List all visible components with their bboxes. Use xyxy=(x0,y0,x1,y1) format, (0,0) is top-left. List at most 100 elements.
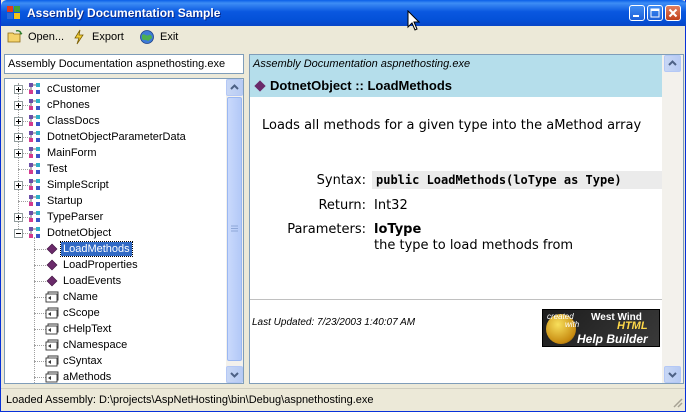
tree-item-label: LoadEvents xyxy=(63,275,122,287)
tree-item-typeparser[interactable]: TypeParser xyxy=(5,209,227,225)
doc-scrollbar[interactable] xyxy=(662,55,683,383)
class-icon xyxy=(29,131,40,142)
tree-scroll-thumb[interactable] xyxy=(227,97,242,361)
open-label: Open... xyxy=(28,31,65,43)
tree-item-cnamespace[interactable]: cNamespace xyxy=(5,337,227,353)
expand-icon[interactable] xyxy=(14,213,23,222)
tree-item-label: Test xyxy=(47,163,68,175)
tree-item-label: DotnetObject xyxy=(47,227,112,239)
expand-icon[interactable] xyxy=(14,149,23,158)
arrow-up-icon xyxy=(230,84,239,90)
help-builder-badge-link[interactable]: created West Wind with HTML Help Builder xyxy=(542,309,660,347)
tree-item-cphones[interactable]: cPhones xyxy=(5,97,227,113)
parameter-name: loType xyxy=(374,222,422,237)
maximize-icon xyxy=(650,8,660,18)
class-icon xyxy=(29,227,40,238)
tree-item-label: cScope xyxy=(63,307,100,319)
application-window: Assembly Documentation Sample Open... Ex… xyxy=(0,0,686,412)
tree-scroll-up-button[interactable] xyxy=(226,79,243,96)
tree-item-startup[interactable]: Startup xyxy=(5,193,227,209)
badge-help-builder: Help Builder xyxy=(577,332,648,346)
tree-item-label: MainForm xyxy=(47,147,97,159)
syntax-value: public LoadMethods(loType as Type) xyxy=(372,171,662,189)
tree-item-amethods[interactable]: aMethods xyxy=(5,369,227,383)
parameters-label: Parameters: xyxy=(287,222,366,237)
tree-item-cname[interactable]: cName xyxy=(5,289,227,305)
resize-grip-icon[interactable] xyxy=(671,396,683,408)
method-diamond-icon xyxy=(254,79,266,92)
expand-icon[interactable] xyxy=(14,181,23,190)
status-text: Loaded Assembly: D:\projects\AspNetHosti… xyxy=(6,394,374,406)
doc-title-row: DotnetObject :: LoadMethods xyxy=(254,78,452,93)
tree-scroll-down-button[interactable] xyxy=(226,366,243,383)
tree-item-label: cSyntax xyxy=(63,355,103,367)
tree-item-label: SimpleScript xyxy=(47,179,109,191)
doc-header: Assembly Documentation aspnethosting.exe… xyxy=(250,55,662,97)
close-icon xyxy=(668,8,678,18)
tree-item-classdocs[interactable]: ClassDocs xyxy=(5,113,227,129)
property-icon xyxy=(45,291,59,303)
tree-item-csyntax[interactable]: cSyntax xyxy=(5,353,227,369)
export-label: Export xyxy=(92,31,124,43)
tree-item-label: TypeParser xyxy=(47,211,104,223)
doc-scroll-up-button[interactable] xyxy=(664,55,681,72)
doc-scroll-down-button[interactable] xyxy=(664,366,681,383)
footer-divider xyxy=(250,299,662,300)
method-icon xyxy=(46,259,58,271)
class-icon xyxy=(29,163,40,174)
tree-item-loadproperties[interactable]: LoadProperties xyxy=(5,257,227,273)
exit-label: Exit xyxy=(160,31,179,43)
tree-item-label: cName xyxy=(63,291,98,303)
expand-icon[interactable] xyxy=(14,117,23,126)
collapse-icon[interactable] xyxy=(14,229,23,238)
expand-icon[interactable] xyxy=(14,133,23,142)
assembly-path-field[interactable]: Assembly Documentation aspnethosting.exe xyxy=(4,54,244,74)
tree-item-loadmethods[interactable]: LoadMethods xyxy=(5,241,227,257)
maximize-button[interactable] xyxy=(647,5,663,21)
tree-item-cscope[interactable]: cScope xyxy=(5,305,227,321)
open-button[interactable]: Open... xyxy=(7,29,64,45)
expand-icon[interactable] xyxy=(14,85,23,94)
tree-item-simplescript[interactable]: SimpleScript xyxy=(5,177,227,193)
exit-button[interactable]: Exit xyxy=(139,29,178,45)
last-updated-text: Last Updated: 7/23/2003 1:40:07 AM xyxy=(252,317,416,328)
minimize-icon xyxy=(633,15,639,17)
class-icon xyxy=(29,99,40,110)
tree-item-chelptext[interactable]: cHelpText xyxy=(5,321,227,337)
arrow-down-icon xyxy=(668,372,677,378)
window-title: Assembly Documentation Sample xyxy=(27,6,221,20)
tree-item-label: cHelpText xyxy=(63,323,112,335)
tree-item-mainform[interactable]: MainForm xyxy=(5,145,227,161)
arrow-down-icon xyxy=(230,372,239,378)
grip-lines-icon xyxy=(231,225,238,232)
expand-icon[interactable] xyxy=(14,101,23,110)
class-icon xyxy=(29,211,40,222)
minimize-button[interactable] xyxy=(629,5,645,21)
tree-item-test[interactable]: Test xyxy=(5,161,227,177)
tree-item-dotnetobject[interactable]: DotnetObject xyxy=(5,225,227,241)
method-description: Loads all methods for a given type into … xyxy=(262,118,642,133)
parameter-description: the type to load methods from xyxy=(374,238,574,253)
tree-item-loadevents[interactable]: LoadEvents xyxy=(5,273,227,289)
close-button[interactable] xyxy=(665,5,681,21)
title-bar[interactable]: Assembly Documentation Sample xyxy=(1,0,686,26)
property-icon xyxy=(45,339,59,351)
method-icon xyxy=(46,275,58,287)
export-button[interactable]: Export xyxy=(71,29,124,45)
tree-item-dotnetobjectparameterdata[interactable]: DotnetObjectParameterData xyxy=(5,129,227,145)
tree-scrollbar[interactable] xyxy=(226,79,243,383)
class-icon xyxy=(29,195,40,206)
badge-with: with xyxy=(565,320,580,329)
lightning-icon xyxy=(74,29,84,45)
return-value: Int32 xyxy=(374,198,408,213)
tree-item-ccustomer[interactable]: cCustomer xyxy=(5,81,227,97)
property-icon xyxy=(45,355,59,367)
method-icon xyxy=(46,243,58,255)
class-icon xyxy=(29,179,40,190)
tree-item-label: DotnetObjectParameterData xyxy=(47,131,186,143)
class-icon xyxy=(29,147,40,158)
documentation-pane: Assembly Documentation aspnethosting.exe… xyxy=(249,54,684,384)
class-tree-view[interactable]: cCustomer cPhones ClassDocs DotnetObjectPar… xyxy=(4,78,244,384)
doc-title: DotnetObject :: LoadMethods xyxy=(270,78,452,93)
tree-item-label: Startup xyxy=(47,195,83,207)
